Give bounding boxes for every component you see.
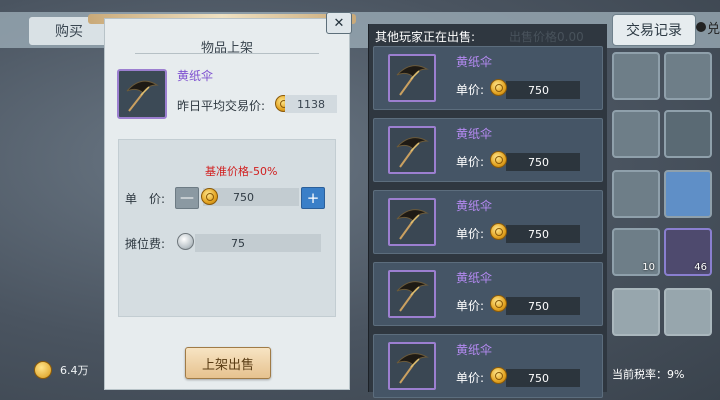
listing-row[interactable]: 黄纸伞单价: 750: [373, 46, 603, 110]
gold-coin-icon: [490, 79, 507, 96]
gold-coin-icon: [490, 295, 507, 312]
list-for-sale-button[interactable]: 上架出售: [185, 347, 271, 379]
inventory-slot-empty[interactable]: [664, 288, 712, 336]
unit-price-value: 750: [506, 225, 580, 243]
item-name: 黄纸伞: [456, 343, 493, 357]
inventory-slot-empty[interactable]: [612, 288, 660, 336]
other-listings-title-tail: 出售价格0.00: [509, 30, 584, 44]
item-slot[interactable]: [388, 198, 436, 246]
paper-umbrella-icon: [396, 137, 429, 168]
unit-price-label: 单价:: [456, 83, 485, 97]
tax-value: 9%: [667, 368, 685, 381]
inventory-slot[interactable]: [612, 110, 660, 158]
item-slot[interactable]: [117, 69, 167, 119]
paper-umbrella-icon: [396, 281, 429, 312]
divider: [135, 53, 319, 54]
other-listings-title: 其他玩家正在出售:: [375, 30, 476, 44]
exchange-label[interactable]: 兑: [707, 18, 720, 37]
listing-row[interactable]: 黄纸伞单价: 750: [373, 334, 603, 398]
item-slot[interactable]: [388, 54, 436, 102]
gold-coin-icon: [490, 367, 507, 384]
item-name: 黄纸伞: [456, 127, 493, 141]
unit-price-label: 单价:: [456, 155, 485, 169]
inventory-slot[interactable]: [664, 110, 712, 158]
item-name: 黄纸伞: [456, 55, 493, 69]
item-name: 黄纸伞: [456, 199, 493, 213]
item-slot[interactable]: [388, 126, 436, 174]
gold-coin-icon: [490, 223, 507, 240]
unit-price-value: 750: [506, 81, 580, 99]
other-listings-panel: 其他玩家正在出售: 出售价格0.00 黄纸伞 单价: 750 黄纸伞 单价: 750 黄纸伞…: [368, 24, 607, 398]
unit-price-label: 单 价:: [125, 192, 166, 206]
inventory-slot[interactable]: [664, 170, 712, 218]
inventory-slot[interactable]: 10: [612, 228, 660, 276]
inventory-slot[interactable]: [664, 52, 712, 100]
listing-row[interactable]: 黄纸伞单价: 750: [373, 190, 603, 254]
paper-umbrella-icon: [126, 80, 159, 112]
listing-panel: 物品上架 黄纸伞 昨日平均交易价: 1138 基准价格-50% 单 价: — 7…: [104, 18, 350, 390]
silver-coin-icon: [177, 233, 194, 250]
inventory-slot[interactable]: [612, 52, 660, 100]
item-slot[interactable]: [388, 342, 436, 390]
unit-price-label: 单价:: [456, 371, 485, 385]
item-name: 黄纸伞: [456, 271, 493, 285]
item-count: 10: [642, 262, 655, 273]
inventory-slot[interactable]: [612, 170, 660, 218]
increase-price-button[interactable]: +: [301, 187, 325, 209]
paper-umbrella-icon: [396, 65, 429, 96]
close-button[interactable]: ✕: [326, 12, 352, 34]
item-count: 46: [694, 262, 707, 273]
listing-row[interactable]: 黄纸伞单价: 750: [373, 262, 603, 326]
stall-fee-label: 摊位费:: [125, 237, 166, 251]
unit-price-label: 单价:: [456, 227, 485, 241]
gold-coin-icon: [490, 151, 507, 168]
decrease-price-button[interactable]: —: [175, 187, 199, 209]
tax-rate: 当前税率：9%: [612, 366, 684, 382]
listing-row[interactable]: 黄纸伞单价: 750: [373, 118, 603, 182]
gold-coin-icon: [201, 188, 218, 205]
inventory-slot[interactable]: 46: [664, 228, 712, 276]
unit-price-label: 单价:: [456, 299, 485, 313]
avg-price-label: 昨日平均交易价:: [177, 99, 266, 113]
unit-price-value: 750: [506, 369, 580, 387]
menu-dot-icon[interactable]: [696, 22, 706, 32]
coin-icon: [34, 361, 52, 379]
unit-price-value: 750: [506, 153, 580, 171]
item-slot[interactable]: [388, 270, 436, 318]
tax-label: 当前税率：: [612, 368, 667, 381]
avg-price-value: 1138: [285, 95, 337, 113]
paper-umbrella-icon: [396, 209, 429, 240]
stall-fee-value: 75: [195, 234, 321, 252]
paper-umbrella-icon: [396, 353, 429, 384]
tab-trade-record[interactable]: 交易记录: [612, 14, 696, 46]
item-name: 黄纸伞: [177, 69, 214, 83]
base-price-label: 基准价格-50%: [205, 165, 278, 178]
unit-price-value: 750: [506, 297, 580, 315]
currency-amount: 6.4万: [60, 364, 89, 377]
